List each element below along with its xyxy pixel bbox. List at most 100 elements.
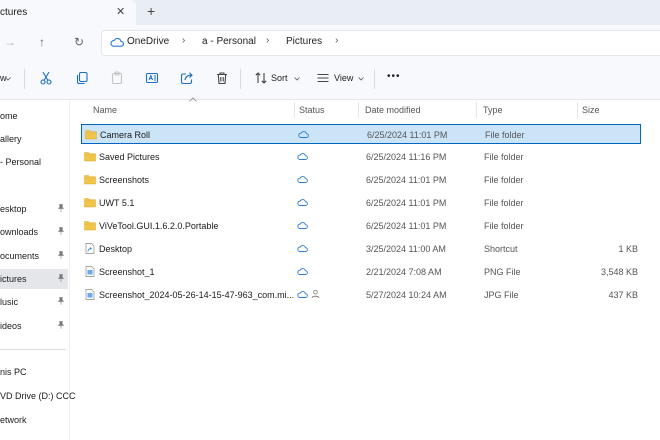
breadcrumb-personal[interactable]: a - Personal [202, 36, 256, 47]
file-row[interactable]: UWT 5.1 6/25/2024 11:01 PM File folder [81, 193, 641, 213]
forward-icon[interactable]: → [4, 35, 16, 49]
divider [24, 69, 25, 89]
file-type: Shortcut [484, 244, 518, 254]
tab-title: ctures [0, 7, 28, 18]
column-type[interactable]: Type [483, 105, 503, 115]
file-row[interactable]: Screenshot_2024-05-26-14-15-47-963_com.m… [81, 285, 641, 305]
sidebar-item-label: esktop [0, 204, 27, 214]
tab-pictures[interactable]: ctures ✕ [0, 0, 136, 25]
command-bar: w Sort View ••• [0, 59, 660, 100]
column-size[interactable]: Size [582, 105, 600, 115]
image-file-icon [85, 289, 95, 300]
column-divider[interactable] [294, 102, 295, 118]
sidebar-item-label: VD Drive (D:) CCC [0, 391, 76, 401]
divider [374, 69, 375, 89]
file-date-modified: 6/25/2024 11:01 PM [367, 130, 448, 140]
up-icon[interactable]: ↑ [39, 35, 45, 49]
file-type: File folder [484, 152, 524, 162]
file-row[interactable]: Screenshot_1 2/21/2024 7:08 AM PNG File 3,5… [81, 262, 641, 282]
sidebar-item[interactable]: VD Drive (D:) CCC [0, 386, 76, 406]
breadcrumb-separator[interactable]: › [266, 35, 269, 46]
sidebar-item[interactable]: esktop [0, 199, 68, 219]
sidebar-item[interactable]: etwork [0, 410, 68, 430]
breadcrumb-pictures[interactable]: Pictures [286, 36, 322, 47]
file-type: File folder [484, 198, 524, 208]
file-date-modified: 6/25/2024 11:16 PM [366, 152, 447, 162]
rename-icon[interactable] [145, 71, 159, 85]
view-button[interactable]: View [334, 73, 353, 83]
column-status[interactable]: Status [299, 105, 325, 115]
sidebar-item[interactable]: lusic [0, 292, 68, 312]
refresh-icon[interactable]: ↻ [74, 35, 84, 49]
file-row[interactable]: Saved Pictures 6/25/2024 11:16 PM File fol… [81, 147, 641, 167]
sidebar-item-label: nis PC [0, 367, 27, 377]
file-name: Desktop [99, 244, 133, 254]
file-name: Camera Roll [100, 130, 151, 140]
cloud-icon [297, 268, 308, 275]
column-date-modified[interactable]: Date modified [365, 105, 421, 115]
address-bar[interactable]: OneDrive › a - Personal › Pictures › [101, 30, 660, 56]
more-options-button[interactable]: ••• [387, 71, 401, 82]
file-date-modified: 6/25/2024 11:01 PM [366, 175, 447, 185]
paste-icon[interactable] [110, 71, 124, 85]
breadcrumb-separator[interactable]: › [182, 35, 185, 46]
sort-icon[interactable] [254, 71, 268, 85]
divider [240, 69, 241, 89]
file-row[interactable]: Screenshots 6/25/2024 11:01 PM File folder [81, 170, 641, 190]
file-size: 3,548 KB [600, 267, 638, 277]
column-name[interactable]: Name [93, 105, 117, 115]
view-icon[interactable] [316, 71, 330, 85]
file-type: File folder [484, 221, 524, 231]
sidebar-item[interactable]: ownloads [0, 222, 68, 242]
file-name: Saved Pictures [99, 152, 160, 162]
cut-icon[interactable] [39, 71, 53, 85]
file-type: JPG File [484, 290, 519, 300]
sidebar-item-label: ictures [0, 274, 27, 284]
sidebar-item[interactable]: ictures [0, 269, 68, 289]
sidebar-item[interactable]: - Personal [0, 152, 68, 172]
cloud-icon [297, 222, 308, 229]
sidebar-item[interactable]: allery [0, 129, 68, 149]
cloud-icon [298, 131, 309, 138]
share-icon[interactable] [180, 71, 194, 85]
close-tab-icon[interactable]: ✕ [116, 5, 125, 18]
file-type: File folder [484, 175, 524, 185]
file-row[interactable]: ViVeTool.GUI.1.6.2.0.Portable 6/25/2024 1… [81, 216, 641, 236]
image-file-icon [85, 266, 95, 277]
chevron-down-icon [358, 77, 364, 81]
column-divider[interactable] [476, 102, 477, 118]
column-divider[interactable] [358, 102, 359, 118]
breadcrumb-separator[interactable]: › [335, 35, 338, 46]
pin-icon [58, 251, 64, 259]
file-date-modified: 3/25/2024 11:00 AM [366, 244, 446, 254]
file-name: Screenshot_2024-05-26-14-15-47-963_com.m… [99, 290, 295, 300]
shortcut-icon [85, 243, 95, 254]
file-size: 437 KB [608, 290, 638, 300]
title-bar: ctures ✕ + [0, 0, 660, 25]
pane-splitter[interactable] [69, 100, 70, 440]
breadcrumb-onedrive[interactable]: OneDrive [127, 36, 169, 47]
sidebar-item-label: etwork [0, 415, 27, 425]
cloud-icon [297, 291, 308, 298]
sidebar-item[interactable]: nis PC [0, 362, 68, 382]
copy-icon[interactable] [75, 71, 89, 85]
folder-icon [85, 130, 97, 140]
sidebar-item[interactable]: ome [0, 106, 68, 126]
sidebar-item-label: ocuments [0, 251, 40, 261]
cloud-icon [297, 153, 308, 160]
pin-icon [58, 297, 64, 305]
pin-icon [58, 227, 64, 235]
sort-button[interactable]: Sort [271, 73, 288, 83]
folder-icon [84, 152, 96, 162]
folder-icon [84, 198, 96, 208]
file-row[interactable]: Camera Roll 6/25/2024 11:01 PM File folder [81, 124, 641, 144]
column-divider[interactable] [577, 102, 578, 118]
new-tab-button[interactable]: + [147, 3, 155, 19]
delete-icon[interactable] [215, 71, 229, 85]
column-header: Name Status Date modified Type Size [70, 97, 660, 119]
sidebar-item[interactable]: ideos [0, 316, 68, 336]
file-type: File folder [485, 130, 525, 140]
cloud-icon [297, 245, 308, 252]
file-row[interactable]: Desktop 3/25/2024 11:00 AM Shortcut 1 KB [81, 239, 641, 259]
sidebar-item[interactable]: ocuments [0, 246, 68, 266]
